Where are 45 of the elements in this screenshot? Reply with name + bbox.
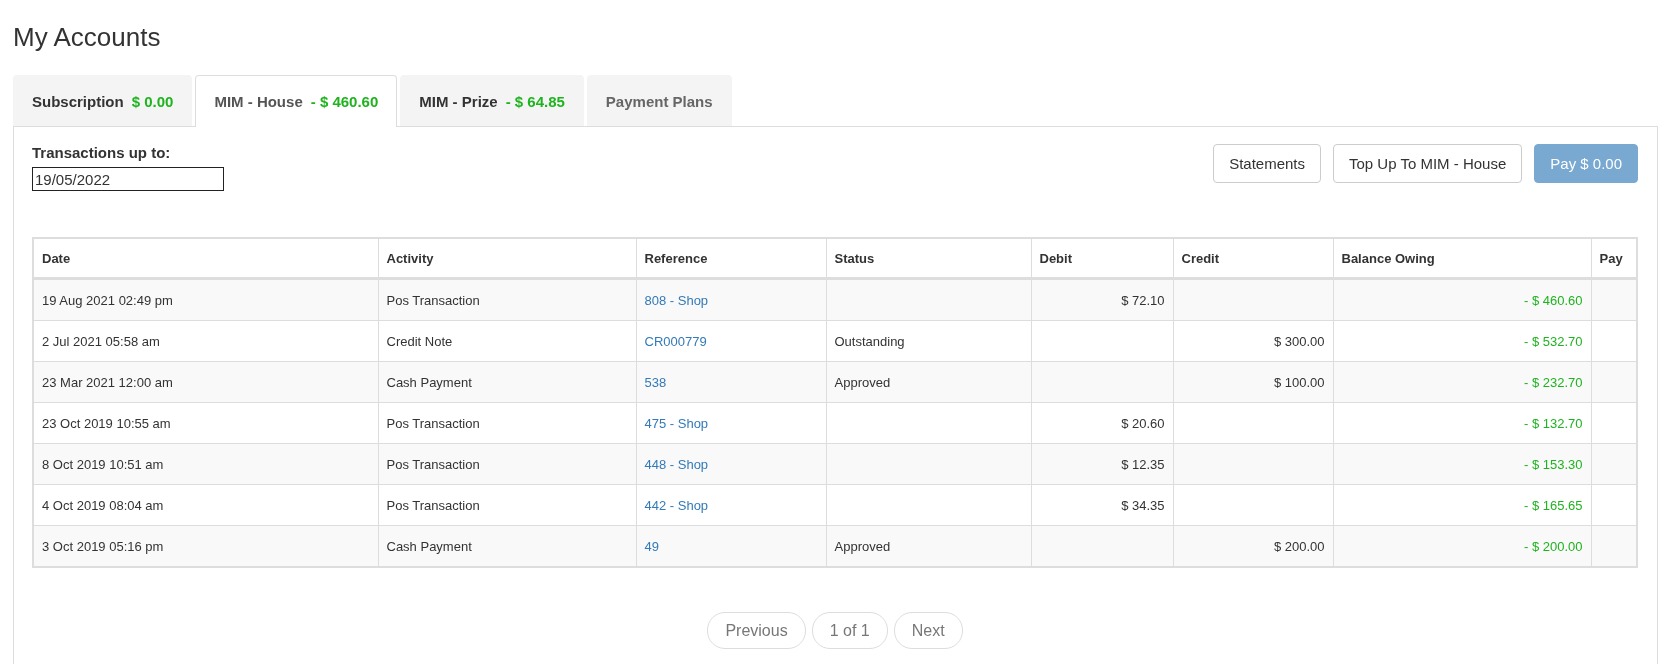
action-button[interactable]: Statements xyxy=(1213,144,1321,183)
table-cell: Outstanding xyxy=(826,320,1031,362)
page-title: My Accounts xyxy=(13,22,162,53)
page-indicator[interactable]: 1 of 1 xyxy=(811,612,888,649)
table-cell: Credit Note xyxy=(378,320,636,362)
reference-link[interactable]: 49 xyxy=(644,538,659,554)
table-cell: $ 12.35 xyxy=(1031,443,1173,485)
table-cell: Pos Transaction xyxy=(378,402,636,444)
table-cell: Approved xyxy=(826,361,1031,403)
next-button[interactable]: Next xyxy=(893,612,963,649)
reference-link[interactable]: 538 xyxy=(644,374,667,390)
table-cell: Cash Payment xyxy=(378,361,636,403)
table-cell: - $ 165.65 xyxy=(1333,484,1591,526)
table-cell: 23 Mar 2021 12:00 am xyxy=(33,361,378,403)
table-cell: $ 72.10 xyxy=(1031,278,1173,321)
table-cell: - $ 460.60 xyxy=(1333,278,1591,321)
table-cell: 19 Aug 2021 02:49 pm xyxy=(33,278,378,321)
table-cell: Pos Transaction xyxy=(378,484,636,526)
reference-link[interactable]: 448 - Shop xyxy=(644,456,709,472)
table-cell: - $ 532.70 xyxy=(1333,320,1591,362)
previous-button[interactable]: Previous xyxy=(707,612,806,649)
table-cell: - $ 132.70 xyxy=(1333,402,1591,444)
reference-link[interactable]: CR000779 xyxy=(644,333,707,349)
table-cell: $ 34.35 xyxy=(1031,484,1173,526)
account-tab[interactable]: MIM - House - $ 460.60 xyxy=(195,75,398,127)
reference-link[interactable]: 475 - Shop xyxy=(644,415,709,431)
reference-link[interactable]: 442 - Shop xyxy=(644,497,709,513)
table-cell: 8 Oct 2019 10:51 am xyxy=(33,443,378,485)
table-cell: $ 20.60 xyxy=(1031,402,1173,444)
table-cell: - $ 232.70 xyxy=(1333,361,1591,403)
reference-link[interactable]: 808 - Shop xyxy=(644,292,709,308)
action-button[interactable]: Top Up To MIM - House xyxy=(1333,144,1523,183)
date-label: Transactions up to: xyxy=(32,144,172,161)
table-cell: 2 Jul 2021 05:58 am xyxy=(33,320,378,362)
table-cell: $ 300.00 xyxy=(1173,320,1333,362)
table-cell: Pos Transaction xyxy=(378,278,636,321)
account-tab[interactable]: Subscription $ 0.00 xyxy=(13,75,193,126)
account-tab[interactable]: Payment Plans xyxy=(586,75,732,126)
table-cell: 23 Oct 2019 10:55 am xyxy=(33,402,378,444)
table-cell: - $ 153.30 xyxy=(1333,443,1591,485)
account-tab[interactable]: MIM - Prize - $ 64.85 xyxy=(400,75,584,126)
table-cell: Pos Transaction xyxy=(378,443,636,485)
table-cell: $ 100.00 xyxy=(1173,361,1333,403)
date-field[interactable]: 19/05/2022 xyxy=(32,167,224,191)
table-cell: 4 Oct 2019 08:04 am xyxy=(33,484,378,526)
